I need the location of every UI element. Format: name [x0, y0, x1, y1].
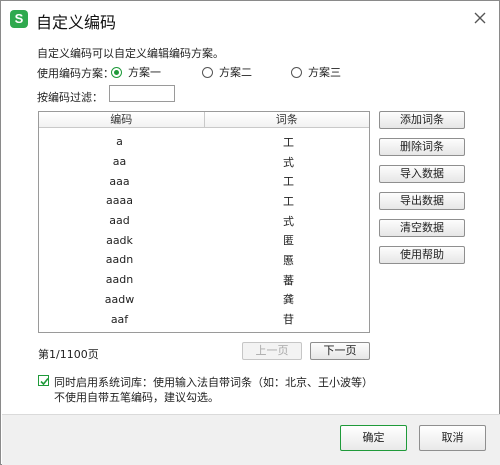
close-icon[interactable] — [473, 11, 487, 25]
table-body: a 工 aa 式 aaa 工 aaaa 工 aad 式 aadk 匿 aadn … — [39, 128, 369, 329]
logo-letter: S — [14, 11, 24, 26]
table-row[interactable]: aaa 工 — [39, 171, 369, 191]
cell-word: 工 — [283, 135, 294, 149]
import-data-button[interactable]: 导入数据 — [379, 165, 465, 183]
column-header-code[interactable]: 编码 — [39, 112, 205, 127]
custom-encoding-dialog: S 自定义编码 自定义编码可以自定义编辑编码方案。 使用编码方案： 方案一 方案… — [0, 0, 500, 465]
table-row[interactable]: aadw 龚 — [39, 290, 369, 310]
next-page-button[interactable]: 下一页 — [310, 342, 370, 360]
checkmark-icon — [40, 377, 49, 386]
system-lexicon-hint: 不使用自带五笔编码，建议勾选。 — [54, 391, 219, 404]
help-button[interactable]: 使用帮助 — [379, 246, 465, 264]
radio-unchecked-icon — [291, 66, 302, 78]
radio-checked-icon — [111, 66, 122, 78]
sogou-logo-icon: S — [10, 10, 28, 28]
scheme-radio-1[interactable]: 方案一 — [111, 64, 161, 80]
table-row[interactable]: aadk 匿 — [39, 230, 369, 250]
filter-input[interactable] — [109, 85, 175, 102]
scheme-radio-2[interactable]: 方案二 — [202, 64, 252, 80]
table-row[interactable]: aadn 蕃 — [39, 270, 369, 290]
cell-word: 苷 — [283, 313, 294, 327]
table-row[interactable]: a 工 — [39, 132, 369, 152]
cell-word: 工 — [283, 194, 294, 208]
cell-code: aadn — [105, 273, 134, 287]
title-bar: S 自定义编码 — [1, 1, 499, 37]
export-data-button[interactable]: 导出数据 — [379, 192, 465, 210]
clear-data-button[interactable]: 清空数据 — [379, 219, 465, 237]
scheme-option-label: 方案二 — [219, 66, 252, 79]
cell-code: aadn — [105, 253, 134, 267]
description-text: 自定义编码可以自定义编辑编码方案。 — [37, 47, 224, 60]
page-indicator: 第1/1100页 — [38, 348, 99, 361]
system-lexicon-label: 同时启用系统词库：使用输入法自带词条（如：北京、王小波等） — [54, 376, 373, 389]
scheme-option-label: 方案三 — [308, 66, 341, 79]
cell-code: aadk — [106, 233, 133, 247]
cell-code: aaaa — [106, 194, 133, 208]
table-row[interactable]: aa 式 — [39, 152, 369, 172]
table-row[interactable]: aaaa 工 — [39, 191, 369, 211]
prev-page-button[interactable]: 上一页 — [242, 342, 302, 360]
scheme-radio-3[interactable]: 方案三 — [291, 64, 341, 80]
cell-word: 工 — [283, 175, 294, 189]
cell-word: 龚 — [283, 293, 294, 307]
system-lexicon-checkbox[interactable] — [38, 375, 49, 386]
encoding-table: 编码 词条 a 工 aa 式 aaa 工 aaaa 工 aad 式 aadk 匿… — [38, 111, 370, 333]
cell-word: 式 — [283, 214, 294, 228]
cell-code: aa — [112, 155, 127, 169]
cell-code: a — [116, 135, 123, 149]
radio-unchecked-icon — [202, 66, 213, 78]
cell-word: 匿 — [283, 234, 294, 248]
cell-code: aaa — [109, 174, 130, 188]
cell-word: 慝 — [283, 253, 294, 267]
cell-code: aaf — [110, 312, 129, 326]
ok-button[interactable]: 确定 — [340, 425, 407, 451]
cell-word: 式 — [283, 155, 294, 169]
table-row[interactable]: aaf 苷 — [39, 309, 369, 329]
column-header-word[interactable]: 词条 — [205, 112, 370, 127]
scheme-label: 使用编码方案： — [37, 67, 114, 80]
cancel-button[interactable]: 取消 — [419, 425, 486, 451]
cell-code: aadw — [104, 292, 135, 306]
filter-label: 按编码过滤： — [37, 91, 103, 104]
add-entry-button[interactable]: 添加词条 — [379, 111, 465, 129]
cell-word: 蕃 — [283, 273, 294, 287]
delete-entry-button[interactable]: 删除词条 — [379, 138, 465, 156]
cell-code: aad — [109, 214, 130, 228]
table-row[interactable]: aad 式 — [39, 211, 369, 231]
table-header: 编码 词条 — [39, 112, 369, 128]
window-title: 自定义编码 — [36, 13, 117, 32]
scheme-option-label: 方案一 — [128, 66, 161, 79]
table-row[interactable]: aadn 慝 — [39, 250, 369, 270]
